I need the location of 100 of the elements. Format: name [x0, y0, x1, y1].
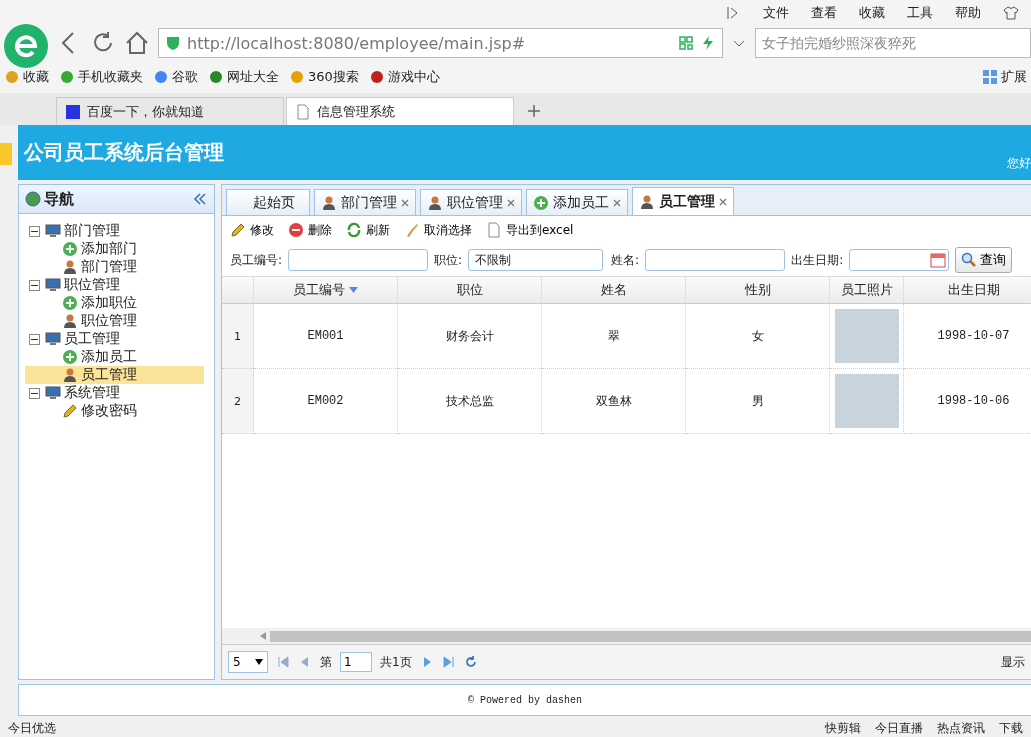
last-page-icon[interactable] — [441, 655, 456, 669]
tree-item[interactable]: 员工管理 — [25, 366, 204, 384]
bookmark-icon — [153, 69, 169, 85]
search-button[interactable]: 查询 — [955, 247, 1013, 273]
page-label: 第 — [320, 653, 332, 671]
first-page-icon[interactable] — [276, 655, 290, 669]
tree-item[interactable]: 部门管理 — [64, 222, 120, 240]
column-header[interactable]: 姓名 — [542, 277, 686, 304]
toolbar-button[interactable]: 刷新 — [346, 221, 390, 239]
calendar-icon[interactable] — [930, 252, 947, 268]
date-field[interactable] — [849, 249, 950, 271]
column-header[interactable]: 出生日期 — [904, 277, 1031, 304]
greeting: 您好 — [1007, 155, 1031, 172]
bookmark[interactable]: 游戏中心 — [368, 68, 440, 86]
magnifier-icon — [961, 252, 978, 268]
search-field[interactable]: 女子拍完婚纱照深夜猝死 — [755, 28, 1031, 58]
browser-tab[interactable]: 百度一下，你就知道 — [56, 97, 284, 125]
table-cell: 1998-10-06 — [904, 369, 1031, 434]
browser-tab[interactable]: 信息管理系统 — [286, 97, 514, 125]
bookmark[interactable]: 收藏 — [4, 68, 49, 86]
text-field[interactable] — [288, 249, 429, 271]
page-size-select[interactable]: 5 — [228, 651, 268, 673]
tree-toggle[interactable] — [29, 333, 40, 345]
column-header[interactable]: 性别 — [686, 277, 830, 304]
pencil-icon — [62, 403, 78, 419]
tree-toggle[interactable] — [29, 387, 40, 399]
close-icon[interactable] — [401, 198, 409, 207]
tree-item[interactable]: 部门管理 — [25, 258, 204, 276]
tree-toggle[interactable] — [29, 225, 40, 237]
bookmark[interactable]: 手机收藏夹 — [59, 68, 143, 86]
tab[interactable]: 起始页 — [226, 189, 310, 215]
app-title: 公司员工系统后台管理 — [24, 139, 224, 166]
tab[interactable]: 添加员工 — [526, 189, 628, 215]
extensions-button[interactable]: 扩展 — [1001, 68, 1027, 86]
tab[interactable]: 职位管理 — [420, 189, 522, 215]
qr-code-icon[interactable] — [678, 35, 694, 51]
toolbar-button[interactable]: 导出到excel — [486, 221, 574, 239]
column-header[interactable]: 员工照片 — [830, 277, 904, 304]
home-icon[interactable] — [124, 30, 150, 56]
tree-item[interactable]: 员工管理 — [64, 330, 120, 348]
table-cell: 1998-10-07 — [904, 304, 1031, 369]
scroll-left-icon[interactable] — [260, 632, 266, 640]
person-icon — [639, 193, 655, 210]
tree-item[interactable]: 修改密码 — [25, 402, 204, 420]
add-icon — [62, 295, 78, 311]
tree-item[interactable]: 系统管理 — [64, 384, 120, 402]
page-number-field[interactable]: 1 — [340, 652, 372, 672]
tree-item[interactable]: 添加员工 — [25, 348, 204, 366]
menu-item[interactable]: 文件 — [763, 3, 789, 22]
bookmark[interactable]: 360搜索 — [289, 68, 359, 86]
menu-item[interactable]: 收藏 — [859, 3, 885, 22]
tree-item[interactable]: 添加部门 — [25, 240, 204, 258]
tab[interactable]: 部门管理 — [314, 189, 416, 215]
tree-item[interactable]: 职位管理 — [64, 276, 120, 294]
toolbar-button[interactable]: 删除 — [288, 221, 332, 239]
person-icon — [427, 194, 443, 211]
browser-logo-icon[interactable] — [4, 24, 48, 68]
address-field[interactable]: http://localhost:8080/employee/main.jsp# — [158, 28, 723, 58]
sort-descending-icon[interactable] — [349, 287, 358, 293]
status-item[interactable]: 热点资讯 — [937, 720, 985, 737]
tree-toggle[interactable] — [29, 279, 40, 291]
refresh-icon[interactable] — [463, 655, 478, 669]
lightning-icon[interactable] — [700, 35, 716, 51]
scrollbar-thumb[interactable] — [270, 630, 1031, 642]
tree-item[interactable]: 添加职位 — [25, 294, 204, 312]
photo-placeholder — [834, 374, 899, 428]
bookmark[interactable]: 网址大全 — [208, 68, 279, 86]
status-item[interactable]: 今日优选 — [8, 720, 56, 737]
collapse-icon[interactable] — [192, 191, 208, 207]
page-count: 共1页 — [380, 653, 412, 671]
column-header[interactable]: 职位 — [398, 277, 542, 304]
toolbar-button[interactable]: 修改 — [230, 221, 274, 239]
bookmark[interactable]: 谷歌 — [153, 68, 198, 86]
toolbar-button[interactable]: 取消选择 — [404, 221, 472, 239]
menu-item[interactable]: 查看 — [811, 3, 837, 22]
add-icon — [62, 349, 78, 365]
bookmark-icon — [4, 69, 20, 85]
position-select[interactable]: 不限制 — [468, 249, 604, 271]
shirt-icon[interactable] — [1003, 4, 1019, 21]
row-number: 2 — [222, 369, 254, 434]
column-header[interactable]: 员工编号 — [254, 277, 398, 304]
menu-item[interactable]: 帮助 — [955, 3, 981, 22]
shield-icon — [165, 35, 181, 51]
tab[interactable]: 员工管理 — [632, 187, 734, 215]
caret-icon — [255, 659, 263, 665]
status-item[interactable]: 快剪辑 — [825, 720, 861, 737]
close-icon[interactable] — [613, 198, 621, 207]
monitor-icon — [45, 277, 61, 293]
person-icon — [62, 259, 78, 275]
text-field[interactable] — [645, 249, 786, 271]
close-icon[interactable] — [507, 198, 515, 207]
status-item[interactable]: 下载 — [999, 720, 1023, 737]
tree-item[interactable]: 职位管理 — [25, 312, 204, 330]
close-icon[interactable] — [719, 197, 727, 206]
table-cell: 翠 — [542, 304, 686, 369]
monitor-icon — [45, 385, 61, 401]
new-tab-icon[interactable] — [526, 103, 542, 119]
status-item[interactable]: 今日直播 — [875, 720, 923, 737]
menu-item[interactable]: 工具 — [907, 3, 933, 22]
filter-label: 姓名: — [611, 251, 640, 269]
